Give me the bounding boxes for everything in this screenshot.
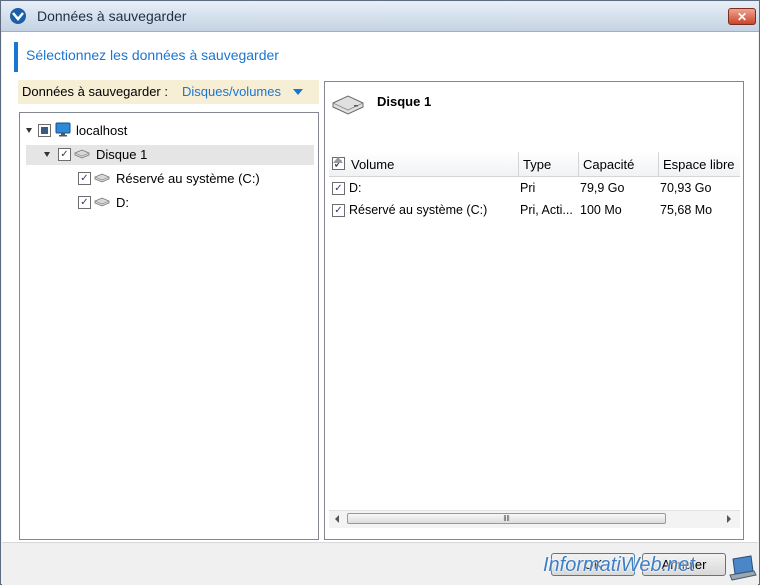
selector-label: Données à sauvegarder : (22, 84, 168, 99)
cell-free-space: 75,68 Mo (660, 203, 713, 217)
selector-dropdown[interactable]: Disques/volumes (182, 84, 281, 99)
volume-icon (94, 173, 110, 183)
heading-accent-bar (14, 42, 18, 72)
window-title: Données à sauvegarder (37, 8, 187, 24)
tree-checkbox-volume-c[interactable]: ✓ (78, 172, 91, 185)
column-header-free-space[interactable]: Espace libre (659, 152, 740, 176)
tree-label-disk1: Disque 1 (96, 147, 148, 162)
horizontal-scrollbar[interactable]: ǁǁ (329, 510, 740, 528)
cell-type: Pri (520, 181, 536, 195)
dialog-window: Données à sauvegarder ✕ Sélectionnez les… (0, 0, 760, 585)
cell-capacity: 100 Mo (580, 203, 622, 217)
scroll-right-icon[interactable] (722, 513, 735, 525)
cell-free-space: 70,93 Go (660, 181, 712, 195)
volume-icon (94, 197, 110, 207)
table-row[interactable]: ✓ D: Pri 79,9 Go 70,93 Go (329, 178, 740, 200)
column-label-volume: Volume (351, 157, 395, 172)
data-type-selector: Données à sauvegarder : Disques/volumes (18, 80, 319, 104)
laptop-icon (729, 555, 757, 581)
disk-icon (74, 149, 90, 159)
computer-icon (55, 122, 71, 137)
watermark-text: InformatiWeb.net (543, 554, 695, 576)
column-label-free-space: Espace libre (663, 157, 735, 172)
column-header-type[interactable]: Type (519, 152, 579, 176)
column-header-capacity[interactable]: Capacité (579, 152, 659, 176)
sort-ascending-icon (333, 157, 343, 163)
close-icon: ✕ (736, 10, 748, 24)
tree-item-volume-c[interactable]: ✓ Réservé au système (C:) (26, 169, 314, 189)
cell-capacity: 79,9 Go (580, 181, 625, 195)
chevron-down-icon[interactable] (293, 89, 303, 95)
volume-table-header: ✓ Volume Type Capacité Espace libre (329, 152, 740, 177)
expand-arrow-icon[interactable] (44, 152, 50, 157)
source-tree: localhost ✓ Disque 1 ✓ Réservé au systèm… (19, 112, 319, 540)
close-button[interactable]: ✕ (728, 8, 756, 25)
column-header-volume[interactable]: ✓ Volume (329, 152, 519, 176)
tree-checkbox-volume-d[interactable]: ✓ (78, 196, 91, 209)
row-checkbox[interactable]: ✓ (332, 204, 345, 217)
tree-label-volume-c: Réservé au système (C:) (116, 171, 260, 186)
table-row[interactable]: ✓ Réservé au système (C:) Pri, Acti... 1… (329, 200, 740, 222)
column-label-capacity: Capacité (583, 157, 635, 172)
scrollbar-thumb[interactable]: ǁǁ (347, 513, 666, 524)
page-heading: Sélectionnez les données à sauvegarder (26, 47, 279, 63)
row-checkbox[interactable]: ✓ (332, 182, 345, 195)
expand-arrow-icon[interactable] (26, 128, 32, 133)
cell-volume: D: (349, 181, 362, 195)
tree-checkbox-disk1[interactable]: ✓ (58, 148, 71, 161)
tree-checkbox-localhost[interactable] (38, 124, 51, 137)
disk-details-panel: Disque 1 ✓ Volume Type Capacité Espace l… (324, 81, 744, 540)
tree-label-localhost: localhost (76, 123, 128, 138)
cell-type: Pri, Acti... (520, 203, 573, 217)
tree-item-disk1[interactable]: ✓ Disque 1 (26, 145, 314, 165)
disk-icon (332, 95, 364, 115)
tree-item-localhost[interactable]: localhost (24, 121, 314, 141)
app-logo-icon (10, 8, 26, 24)
dialog-content: Sélectionnez les données à sauvegarder D… (2, 32, 758, 542)
scroll-left-icon[interactable] (331, 513, 344, 525)
column-label-type: Type (523, 157, 552, 172)
title-bar[interactable]: Données à sauvegarder ✕ (1, 1, 759, 32)
tree-label-volume-d: D: (116, 195, 129, 210)
details-title: Disque 1 (377, 94, 432, 109)
cell-volume: Réservé au système (C:) (349, 203, 488, 217)
tree-item-volume-d[interactable]: ✓ D: (26, 193, 314, 213)
